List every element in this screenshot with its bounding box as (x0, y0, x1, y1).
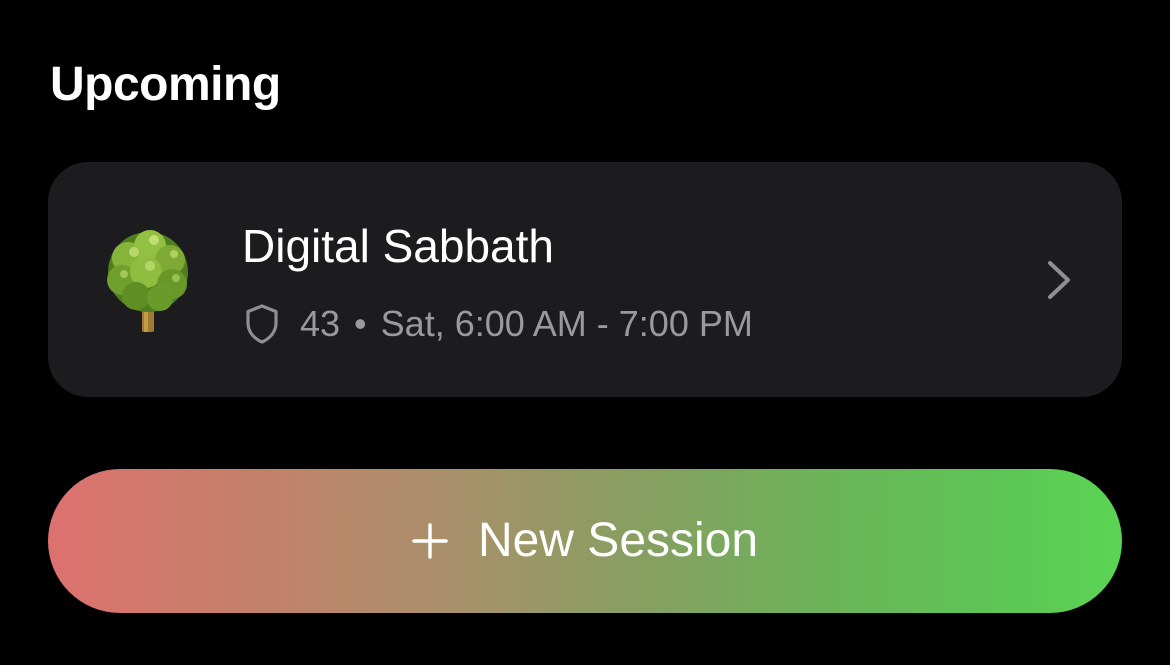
session-meta: 43 • Sat, 6:00 AM - 7:00 PM (244, 300, 753, 348)
new-session-button[interactable]: New Session (48, 469, 1122, 613)
session-card[interactable]: Digital Sabbath 43 • Sat, 6:00 AM - 7:00… (48, 162, 1122, 397)
shield-icon (246, 304, 278, 344)
plus-icon (412, 523, 448, 559)
meta-separator: • (354, 303, 367, 344)
session-schedule: Sat, 6:00 AM - 7:00 PM (380, 303, 753, 344)
new-session-label: New Session (477, 514, 759, 567)
tree-icon (107, 230, 188, 332)
session-name: Digital Sabbath (242, 220, 554, 272)
chevron-right-icon[interactable] (1044, 259, 1074, 301)
section-title-upcoming: Upcoming (50, 58, 281, 111)
session-count: 43 (300, 303, 341, 344)
